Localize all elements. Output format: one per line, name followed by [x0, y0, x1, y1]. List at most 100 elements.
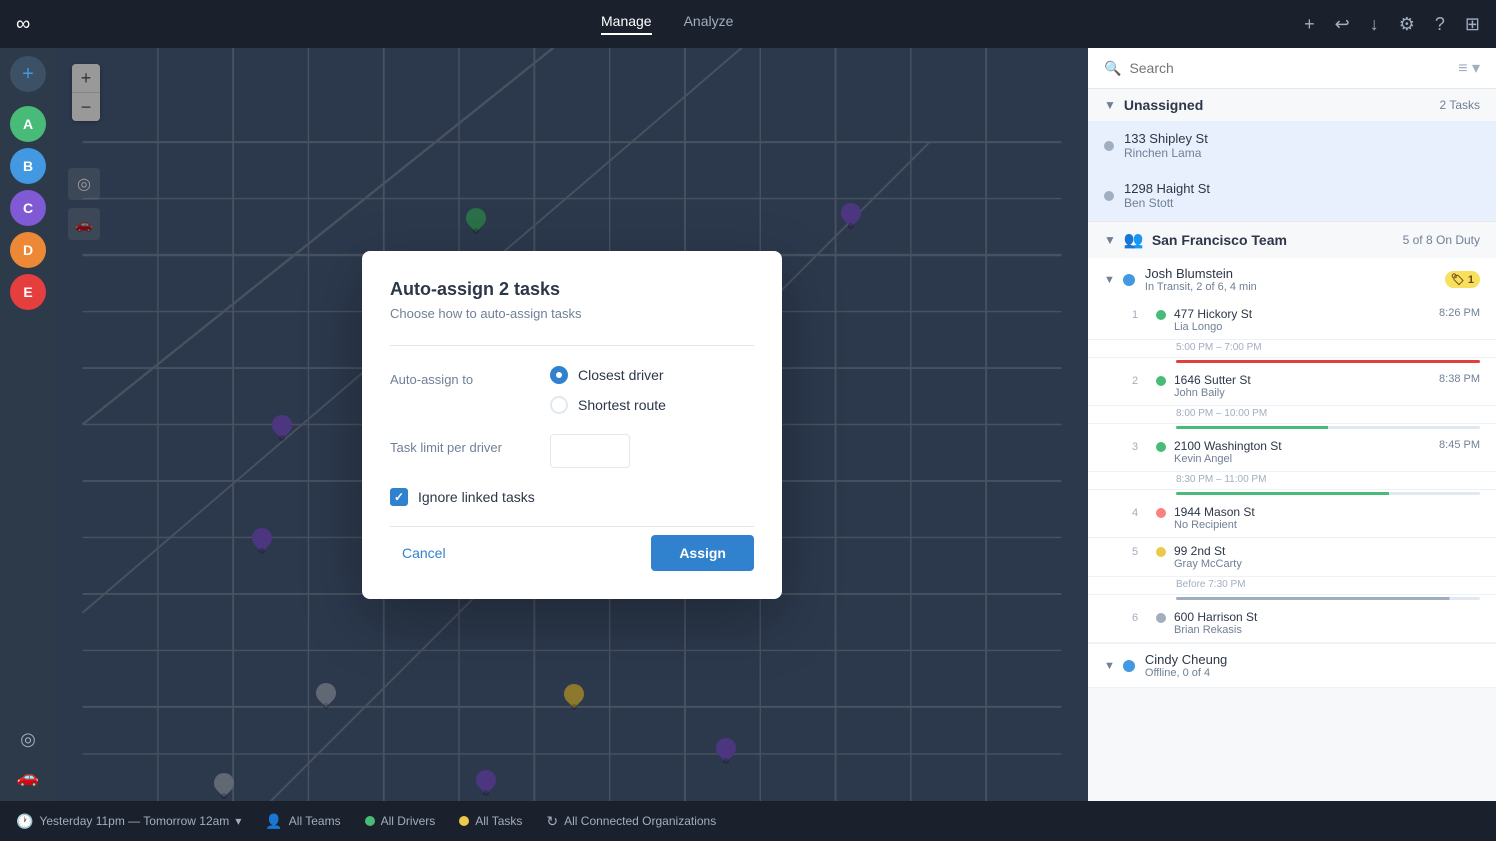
radio-shortest[interactable]: [550, 396, 568, 414]
drivers-label: All Drivers: [381, 814, 436, 828]
modal-overlay: Auto-assign 2 tasks Choose how to auto-a…: [56, 48, 1088, 801]
unassigned-chevron: ▼: [1104, 98, 1116, 112]
avatar-1[interactable]: A: [10, 106, 46, 142]
route-num-3: 3: [1132, 439, 1148, 453]
route-person-4: No Recipient: [1174, 519, 1480, 531]
org-icon: ↻: [546, 813, 558, 830]
team-chevron: ▼: [1104, 233, 1116, 247]
ignore-linked-row[interactable]: Ignore linked tasks: [390, 488, 754, 506]
driver-status-josh: In Transit, 2 of 6, 4 min: [1145, 281, 1445, 293]
route-person-1: Lia Longo: [1174, 321, 1439, 333]
team-icon: 👥: [1124, 230, 1144, 250]
exit-button[interactable]: ⊞: [1465, 14, 1480, 35]
time-range-item[interactable]: 🕐 Yesterday 11pm — Tomorrow 12am ▾: [16, 813, 241, 830]
route-person-5: Gray McCarty: [1174, 558, 1480, 570]
drivers-dot: [365, 816, 375, 826]
route-item-4[interactable]: 4 1944 Mason St No Recipient: [1088, 499, 1496, 538]
avatar-3[interactable]: C: [10, 190, 46, 226]
driver-name-josh: Josh Blumstein: [1145, 266, 1445, 281]
top-navigation: ∞ Manage Analyze + ↩ ↓ ⚙ ? ⊞: [0, 0, 1496, 48]
avatar-4[interactable]: D: [10, 232, 46, 268]
add-button[interactable]: +: [1304, 14, 1315, 35]
option-closest[interactable]: Closest driver: [550, 366, 666, 384]
driver-status-cindy: Offline, 0 of 4: [1145, 667, 1480, 679]
time-range-chevron: ▾: [235, 814, 241, 828]
teams-item[interactable]: 👤 All Teams: [265, 813, 340, 830]
route-time-3: 8:45 PM: [1439, 439, 1480, 451]
avatar-5[interactable]: E: [10, 274, 46, 310]
avatar-2[interactable]: B: [10, 148, 46, 184]
unassigned-title: Unassigned: [1124, 97, 1440, 113]
route-address-2: 1646 Sutter St: [1174, 373, 1439, 387]
settings-button[interactable]: ⚙: [1399, 14, 1415, 35]
task-item-2[interactable]: 1298 Haight St Ben Stott: [1088, 171, 1496, 221]
add-person-button[interactable]: +: [10, 56, 46, 92]
route-person-3: Kevin Angel: [1174, 453, 1439, 465]
route-address-5: 99 2nd St: [1174, 544, 1480, 558]
driver-info-cindy: Cindy Cheung Offline, 0 of 4: [1145, 652, 1480, 679]
import-button[interactable]: ↩: [1335, 14, 1350, 35]
organizations-item[interactable]: ↻ All Connected Organizations: [546, 813, 716, 830]
task-dot-1: [1104, 141, 1114, 151]
task-item-1[interactable]: 133 Shipley St Rinchen Lama: [1088, 121, 1496, 171]
ignore-linked-checkbox[interactable]: [390, 488, 408, 506]
map-area[interactable]: + − ◎ 🚗 Auto-assign 2 tasks Choose how t…: [56, 48, 1088, 801]
search-input[interactable]: [1129, 60, 1450, 76]
route-person-6: Brian Rekasis: [1174, 624, 1480, 636]
modal-divider: [390, 345, 754, 346]
teams-label: All Teams: [289, 814, 341, 828]
radio-closest[interactable]: [550, 366, 568, 384]
driver-header-cindy[interactable]: ▼ Cindy Cheung Offline, 0 of 4: [1088, 644, 1496, 687]
route-bar-1: [1176, 360, 1480, 363]
nav-analyze[interactable]: Analyze: [684, 13, 734, 35]
route-address-4: 1944 Mason St: [1174, 505, 1480, 519]
route-pin-2: [1156, 376, 1166, 386]
task-dot-2: [1104, 191, 1114, 201]
route-time-window-3: 8:30 PM – 11:00 PM: [1088, 472, 1496, 490]
help-button[interactable]: ?: [1435, 14, 1445, 35]
tasks-dot: [459, 816, 469, 826]
task-address-1: 133 Shipley St: [1124, 131, 1480, 146]
nav-links: Manage Analyze: [601, 13, 733, 35]
task-limit-spinner[interactable]: 12 ▲ ▼: [550, 434, 630, 468]
driver-chevron-josh: ▼: [1104, 274, 1115, 286]
route-item-5[interactable]: 5 99 2nd St Gray McCarty: [1088, 538, 1496, 577]
route-item-3[interactable]: 3 2100 Washington St Kevin Angel 8:45 PM: [1088, 433, 1496, 472]
auto-assign-modal: Auto-assign 2 tasks Choose how to auto-a…: [362, 251, 782, 599]
list-view-button[interactable]: ≡ ▾: [1458, 58, 1480, 78]
unassigned-count: 2 Tasks: [1440, 98, 1480, 112]
modal-subtitle: Choose how to auto-assign tasks: [390, 306, 754, 321]
route-time-2: 8:38 PM: [1439, 373, 1480, 385]
sidebar-vehicle-button[interactable]: 🚗: [12, 761, 44, 793]
route-person-2: John Baily: [1174, 387, 1439, 399]
option-closest-label: Closest driver: [578, 367, 664, 383]
sidebar-locate-button[interactable]: ◎: [12, 723, 44, 755]
export-button[interactable]: ↓: [1370, 14, 1379, 35]
option-shortest[interactable]: Shortest route: [550, 396, 666, 414]
task-info-1: 133 Shipley St Rinchen Lama: [1124, 131, 1480, 160]
left-sidebar: + A B C D E ◎ 🚗: [0, 48, 56, 801]
driver-dot-cindy: [1123, 660, 1135, 672]
route-pin-1: [1156, 310, 1166, 320]
badge-icon: 🏷: [1451, 273, 1465, 286]
route-item-2[interactable]: 2 1646 Sutter St John Baily 8:38 PM: [1088, 367, 1496, 406]
drivers-item[interactable]: All Drivers: [365, 814, 436, 828]
assign-button[interactable]: Assign: [651, 535, 754, 571]
tasks-item[interactable]: All Tasks: [459, 814, 522, 828]
route-info-4: 1944 Mason St No Recipient: [1174, 505, 1480, 531]
driver-header-josh[interactable]: ▼ Josh Blumstein In Transit, 2 of 6, 4 m…: [1088, 258, 1496, 301]
route-info-2: 1646 Sutter St John Baily: [1174, 373, 1439, 399]
nav-manage[interactable]: Manage: [601, 13, 652, 35]
team-section-header[interactable]: ▼ 👥 San Francisco Team 5 of 8 On Duty: [1088, 221, 1496, 258]
route-item-6[interactable]: 6 600 Harrison St Brian Rekasis: [1088, 604, 1496, 643]
app-logo[interactable]: ∞: [16, 13, 30, 36]
teams-icon: 👤: [265, 813, 282, 830]
route-item-1[interactable]: 1 477 Hickory St Lia Longo 8:26 PM: [1088, 301, 1496, 340]
task-info-2: 1298 Haight St Ben Stott: [1124, 181, 1480, 210]
task-limit-value[interactable]: 12: [551, 439, 630, 463]
driver-chevron-cindy: ▼: [1104, 660, 1115, 672]
unassigned-section-header[interactable]: ▼ Unassigned 2 Tasks: [1088, 89, 1496, 121]
driver-badge-josh: 🏷 1: [1445, 271, 1480, 288]
cancel-button[interactable]: Cancel: [390, 537, 458, 569]
right-sidebar: 🔍 ≡ ▾ ▼ Unassigned 2 Tasks 133 Shipley S…: [1088, 48, 1496, 801]
